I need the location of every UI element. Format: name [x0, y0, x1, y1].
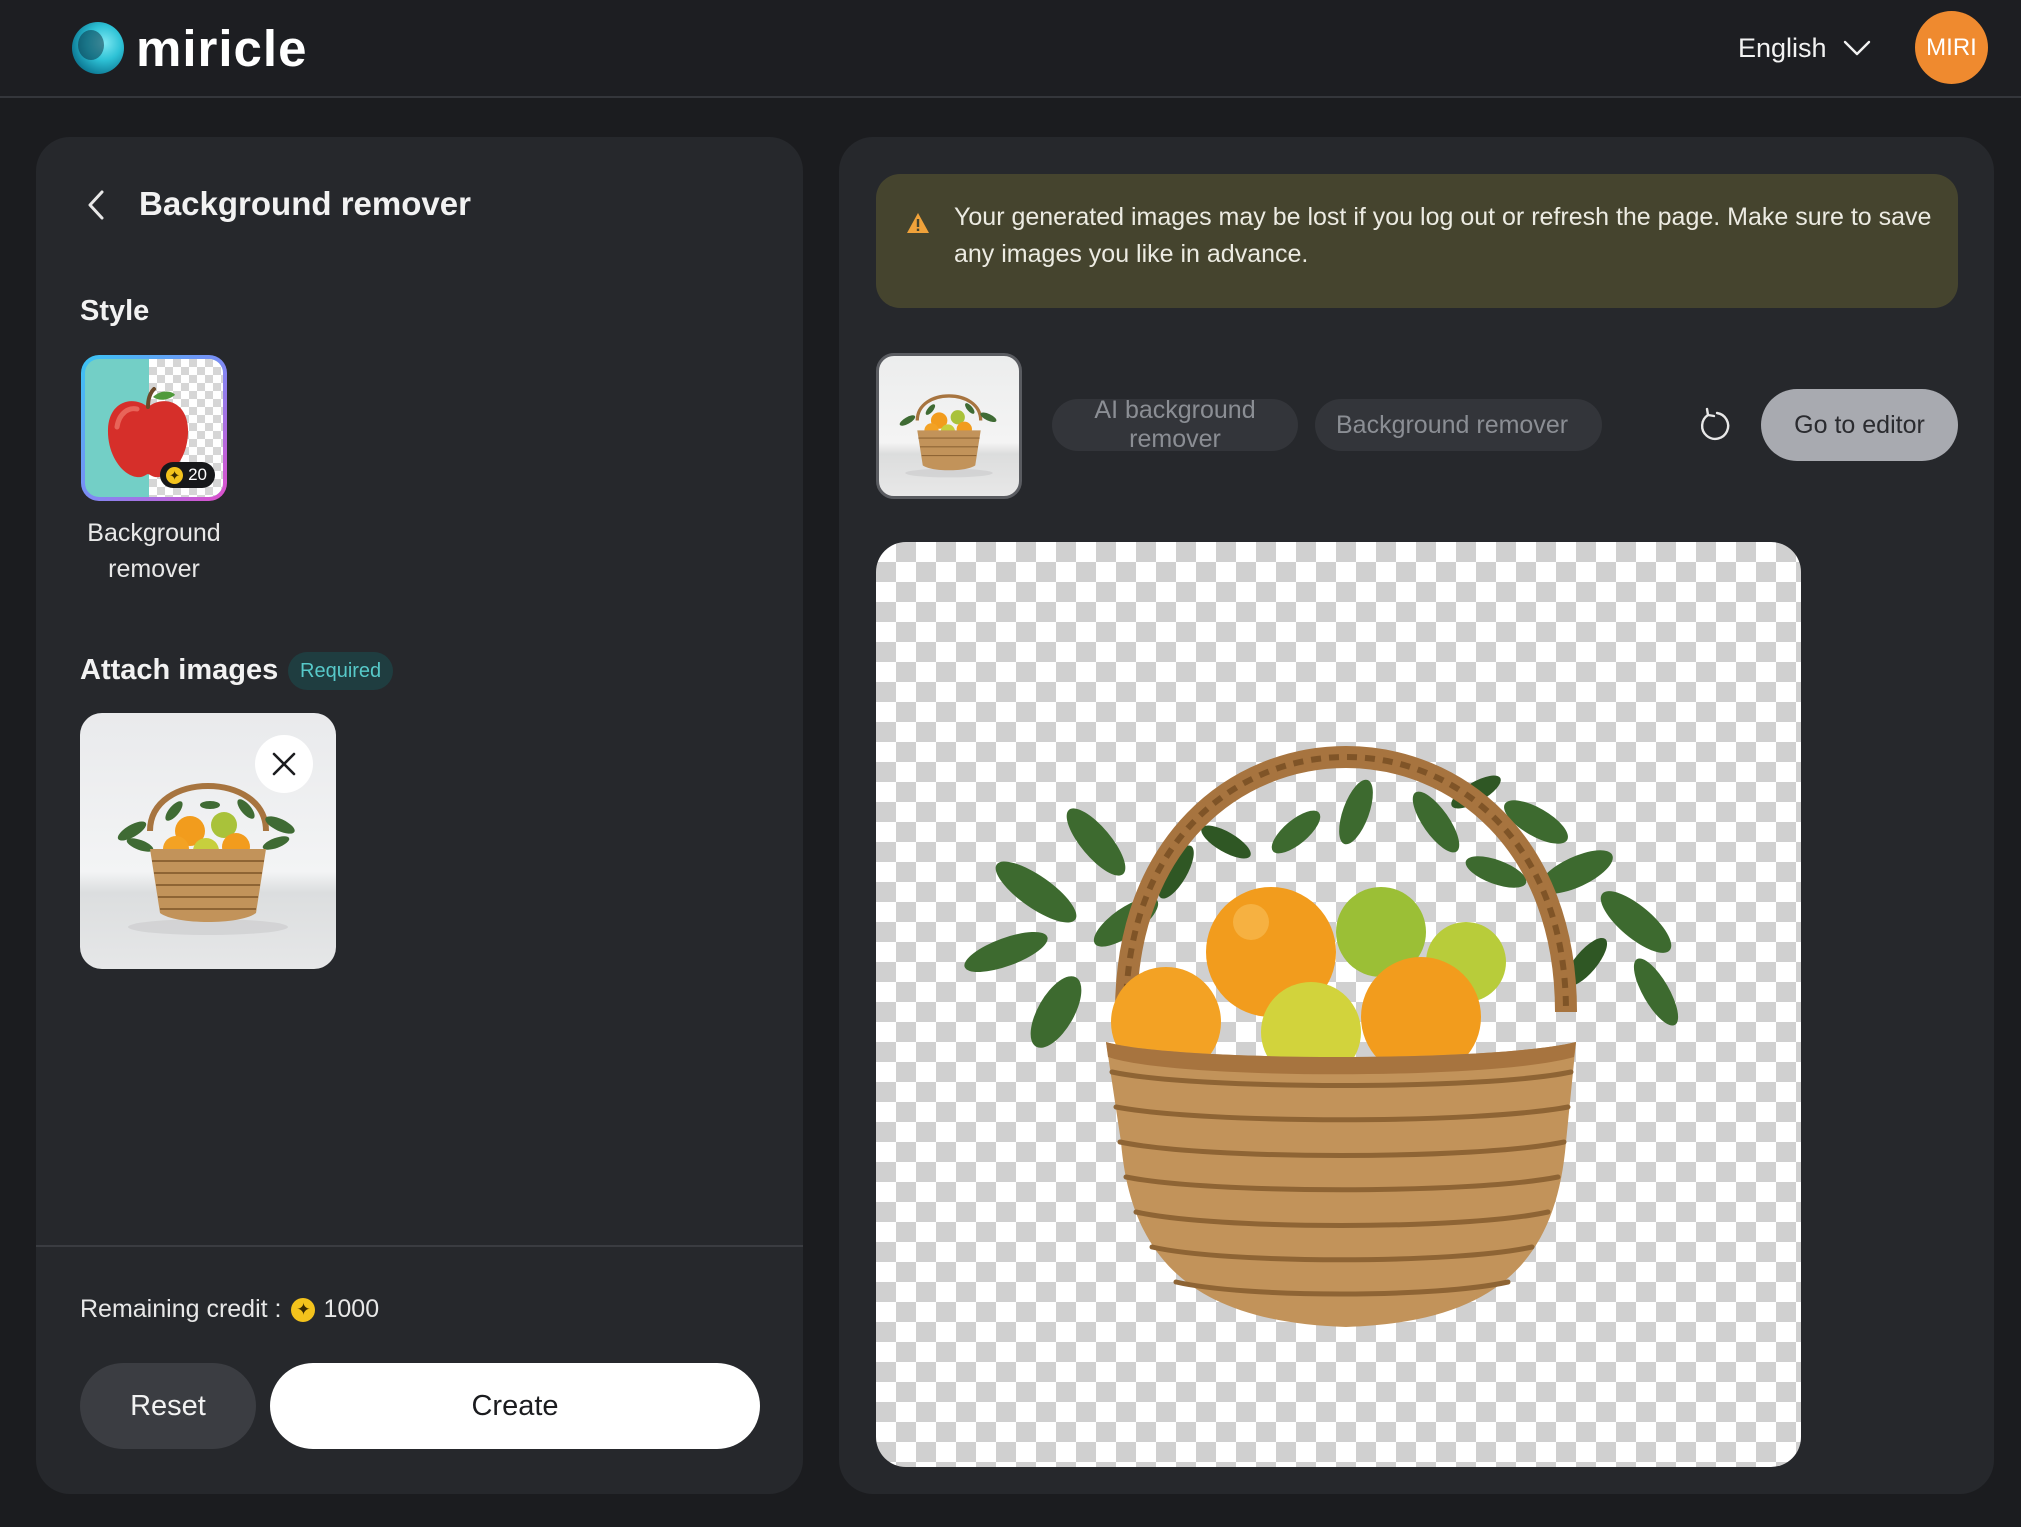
settings-panel: Background remover Style ✦ 20 Background… [36, 137, 803, 1494]
tag-ai-background-remover[interactable]: AI background remover [1052, 396, 1298, 453]
go-to-editor-button[interactable]: Go to editor [1761, 389, 1958, 461]
create-button[interactable]: Create [270, 1363, 760, 1449]
refresh-icon [1701, 407, 1730, 440]
style-option-background-remover[interactable]: ✦ 20 [81, 355, 227, 501]
close-icon [272, 752, 296, 776]
tag-background-remover[interactable]: Background remover [1315, 399, 1602, 451]
language-label: English [1738, 32, 1827, 63]
remove-image-button[interactable] [255, 735, 313, 793]
warning-banner: Your generated images may be lost if you… [876, 174, 1958, 308]
language-selector[interactable]: English [1738, 30, 1871, 66]
attach-section-label: Attach images [80, 654, 279, 686]
remaining-credit-label: Remaining credit : [80, 1295, 282, 1323]
user-avatar[interactable]: MIRI [1915, 11, 1988, 84]
panel-title: Background remover [139, 185, 471, 222]
warning-triangle-icon [907, 213, 929, 233]
chevron-left-icon[interactable] [84, 188, 108, 222]
avatar-initials: MIRI [1926, 33, 1977, 61]
fruit-basket-photo [899, 394, 997, 478]
style-section-label: Style [80, 295, 150, 327]
reset-button[interactable]: Reset [80, 1363, 256, 1449]
top-bar: miricle English MIRI [0, 0, 2021, 98]
style-option-preview: ✦ 20 [85, 359, 223, 497]
brand-logo[interactable]: miricle [72, 21, 307, 75]
miricle-logo-icon [72, 22, 124, 74]
required-badge: Required [288, 652, 394, 690]
remaining-credit: Remaining credit : ✦ 1000 [80, 1295, 379, 1324]
fruit-basket-cutout [964, 746, 1679, 1327]
result-panel: Your generated images may be lost if you… [839, 137, 1994, 1494]
style-option-label: Background remover [87, 519, 221, 583]
credit-coin-icon: ✦ [291, 1297, 316, 1322]
result-thumbnail[interactable] [876, 353, 1022, 499]
regenerate-button[interactable] [1695, 405, 1735, 445]
credit-cost-value: 20 [188, 465, 207, 484]
panel-divider [36, 1245, 803, 1247]
credit-coin-icon: ✦ [166, 466, 184, 484]
brand-name: miricle [136, 19, 308, 77]
chevron-down-icon [1843, 40, 1870, 56]
credit-cost-badge: ✦ 20 [160, 462, 215, 488]
warning-text: Your generated images may be lost if you… [954, 203, 1932, 268]
result-image-canvas[interactable] [876, 542, 1801, 1467]
remaining-credit-value: 1000 [323, 1295, 380, 1323]
